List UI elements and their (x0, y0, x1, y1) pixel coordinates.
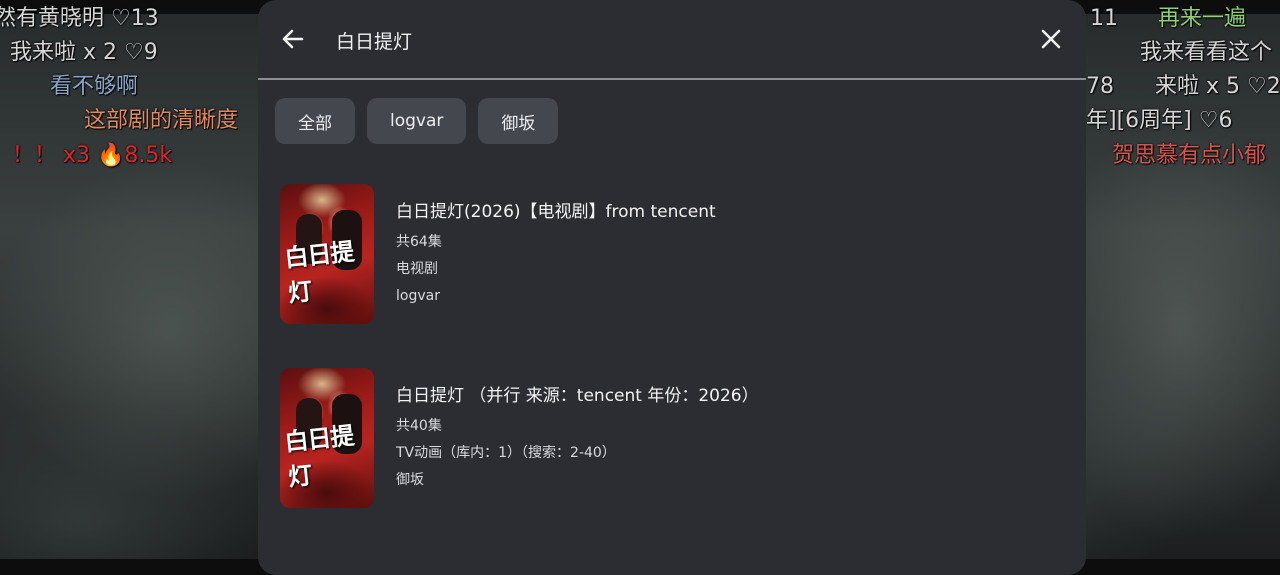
filter-chip-label: 全部 (298, 113, 332, 134)
result-episodes: 共40集 (396, 418, 442, 434)
result-item[interactable]: 白日提灯 白日提灯 （并行 来源：tencent 年份：2026） 共40集 T… (280, 368, 1060, 508)
danmaku-comment: 然有黄晓明 ♡13 (0, 6, 159, 31)
danmaku-comment: ！！ x3 🔥8.5k (12, 143, 173, 168)
filter-chip-misaka[interactable]: 御坂 (478, 98, 559, 144)
danmaku-comment: 我来啦 x 2 ♡9 (10, 40, 158, 65)
result-type: 电视剧 (396, 261, 438, 277)
back-button[interactable] (276, 22, 310, 56)
result-episodes: 共64集 (396, 234, 442, 250)
danmaku-comment: 年][6周年] ♡6 (1086, 108, 1233, 133)
danmaku-comment: 再来一遍 (1158, 6, 1247, 31)
search-input[interactable] (334, 22, 1018, 58)
result-source: 御坂 (396, 472, 424, 488)
filter-chip-all[interactable]: 全部 (275, 98, 355, 144)
source-filter-row: 全部 logvar 御坂 (275, 98, 559, 144)
result-source: logvar (396, 288, 440, 304)
search-dialog: 全部 logvar 御坂 白日提灯 白日提灯(2026)【电视剧】from te… (258, 0, 1086, 575)
result-title: 白日提灯(2026)【电视剧】from tencent (396, 202, 716, 222)
danmaku-comment: 看不够啊 (50, 74, 139, 99)
filter-chip-label: 御坂 (501, 113, 536, 134)
result-type: TV动画（库内：1）（搜索：2-40） (396, 445, 616, 461)
result-info: 白日提灯 （并行 来源：tencent 年份：2026） 共40集 TV动画（库… (396, 368, 759, 489)
filter-chip-logvar[interactable]: logvar (367, 98, 467, 144)
search-bar (258, 0, 1086, 80)
result-item[interactable]: 白日提灯 白日提灯(2026)【电视剧】from tencent 共64集 电视… (280, 184, 1060, 324)
close-icon (1041, 29, 1061, 49)
danmaku-comment: 这部剧的清晰度 (84, 108, 239, 133)
filter-chip-label: logvar (390, 111, 444, 131)
close-button[interactable] (1034, 22, 1068, 56)
result-title: 白日提灯 （并行 来源：tencent 年份：2026） (396, 386, 759, 406)
poster-image: 白日提灯 (280, 184, 374, 324)
danmaku-comment: 贺思慕有点小郁 (1112, 143, 1267, 168)
poster-image: 白日提灯 (280, 368, 374, 508)
poster-title: 白日提灯 (283, 420, 355, 492)
result-info: 白日提灯(2026)【电视剧】from tencent 共64集 电视剧 log… (396, 184, 716, 305)
danmaku-comment: 来啦 x 5 ♡2 (1155, 74, 1280, 99)
arrow-left-icon (282, 29, 304, 49)
danmaku-comment: 78 (1086, 74, 1114, 99)
danmaku-comment: 我来看看这个 (1140, 40, 1273, 65)
danmaku-comment: 11 (1090, 6, 1118, 31)
poster-title: 白日提灯 (283, 236, 355, 308)
